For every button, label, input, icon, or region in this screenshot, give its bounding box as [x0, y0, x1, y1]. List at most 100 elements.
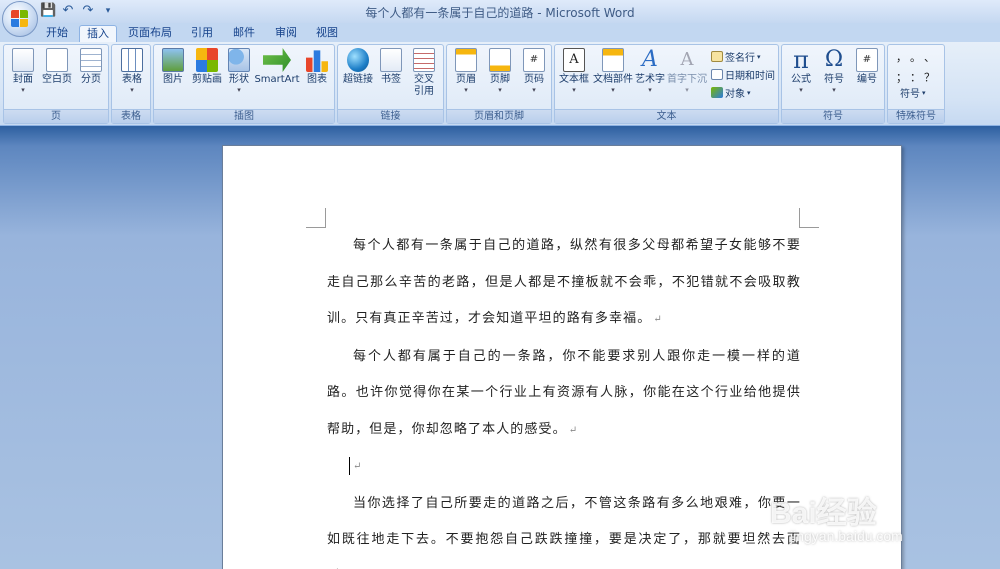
drop-cap-icon: A	[680, 49, 694, 70]
special-symbol-menu-button[interactable]: 符号 ▾	[900, 85, 926, 101]
table-button[interactable]: 表格 ▾	[116, 48, 148, 94]
group-illustrations: 图片 剪贴画 形状 ▾ SmartArt 图表 插图	[153, 44, 335, 124]
smartart-button[interactable]: SmartArt	[254, 48, 300, 86]
tab-references[interactable]: 引用	[184, 25, 220, 42]
hyperlink-icon	[347, 48, 369, 72]
bookmark-button[interactable]: 书签	[377, 48, 405, 86]
clip-art-icon	[196, 48, 218, 72]
group-symbols: π 公式 ▾ Ω 符号 ▾ # 编号 符号	[781, 44, 885, 124]
cross-reference-button[interactable]: 交叉 引用	[407, 48, 441, 98]
group-header-footer: 页眉 ▾ 页脚 ▾ # 页码 ▾ 页眉和页脚	[446, 44, 552, 124]
text-cursor	[349, 457, 350, 475]
equation-button[interactable]: π 公式 ▾	[784, 48, 818, 94]
tab-view[interactable]: 视图	[309, 25, 345, 42]
wordart-button[interactable]: A 艺术字 ▾	[634, 47, 666, 95]
tab-home[interactable]: 开始	[40, 25, 74, 42]
ribbon: 封面 ▾ 空白页 分页 页 表格 ▾ 表格 图片 剪贴画 形状 ▾ SmartA…	[0, 42, 1000, 126]
group-label-special-symbols: 特殊符号	[888, 109, 944, 123]
numbering-icon: #	[856, 48, 878, 72]
paragraph[interactable]: 每个人都有一条属于自己的道路，纵然有很多父母都希望子女能够不要走自己那么辛苦的老…	[327, 228, 801, 339]
document-body[interactable]: 每个人都有一条属于自己的道路，纵然有很多父母都希望子女能够不要走自己那么辛苦的老…	[327, 228, 801, 569]
group-links: 超链接 书签 交叉 引用 链接	[337, 44, 444, 124]
symbol-button[interactable]: Ω 符号 ▾	[818, 47, 850, 95]
smartart-icon	[263, 48, 291, 72]
group-label-header-footer: 页眉和页脚	[447, 109, 551, 123]
tab-page-layout[interactable]: 页面布局	[125, 25, 175, 42]
footer-icon	[489, 48, 511, 72]
special-char-question[interactable]: ？	[924, 69, 938, 85]
bookmark-icon	[380, 48, 402, 72]
header-icon	[455, 48, 477, 72]
object-button[interactable]: 对象 ▾	[711, 85, 751, 100]
calendar-icon	[711, 69, 723, 80]
paragraph[interactable]: 每个人都有属于自己的一条路，你不能要求别人跟你走一模一样的道路。也许你觉得你在某…	[327, 339, 801, 450]
header-button[interactable]: 页眉 ▾	[451, 48, 481, 94]
group-label-tables: 表格	[112, 109, 150, 123]
tab-mailings[interactable]: 邮件	[226, 25, 262, 42]
page-break-icon	[80, 48, 102, 72]
drop-cap-button[interactable]: A 首字下沉 ▾	[667, 48, 707, 94]
blank-page-icon	[46, 48, 68, 72]
object-icon	[711, 87, 723, 98]
page-number-button[interactable]: # 页码 ▾	[519, 48, 549, 94]
footer-button[interactable]: 页脚 ▾	[485, 48, 515, 94]
document-page[interactable]: 每个人都有一条属于自己的道路，纵然有很多父母都希望子女能够不要走自己那么辛苦的老…	[222, 145, 902, 569]
margin-corner-top-right	[799, 208, 819, 228]
group-label-pages: 页	[4, 109, 108, 123]
omega-icon: Ω	[824, 47, 844, 72]
hyperlink-button[interactable]: 超链接	[341, 48, 375, 86]
quick-parts-icon	[602, 48, 624, 72]
group-label-illustrations: 插图	[154, 109, 334, 123]
group-pages: 封面 ▾ 空白页 分页 页	[3, 44, 109, 124]
cover-page-button[interactable]: 封面 ▾	[8, 48, 38, 94]
special-char-colon[interactable]: ：	[910, 69, 924, 85]
text-box-icon: A	[563, 48, 585, 72]
title-bar: 💾 ↶ ↷ ▾ 每个人都有一条属于自己的道路 - Microsoft Word	[0, 0, 1000, 23]
clip-art-button[interactable]: 剪贴画	[190, 48, 224, 86]
signature-line-icon	[711, 51, 723, 62]
picture-icon	[162, 48, 184, 72]
office-logo-icon	[11, 10, 29, 28]
special-symbol-grid: ， 。 、 ； ： ？	[896, 49, 940, 85]
empty-paragraph[interactable]: ↵	[327, 449, 801, 486]
document-workspace: 每个人都有一条属于自己的道路，纵然有很多父母都希望子女能够不要走自己那么辛苦的老…	[0, 126, 1000, 569]
tab-insert[interactable]: 插入	[79, 25, 117, 42]
office-button[interactable]	[2, 1, 38, 37]
tab-review[interactable]: 审阅	[268, 25, 304, 42]
date-time-button[interactable]: 日期和时间	[711, 67, 775, 82]
margin-corner-top-left	[306, 208, 326, 228]
special-char-comma[interactable]: ，	[896, 49, 910, 65]
special-char-period[interactable]: 。	[910, 49, 924, 65]
group-tables: 表格 ▾ 表格	[111, 44, 151, 124]
special-char-semicolon[interactable]: ；	[896, 69, 910, 85]
signature-line-button[interactable]: 签名行 ▾	[711, 49, 761, 64]
cross-reference-icon	[413, 48, 435, 72]
shapes-button[interactable]: 形状 ▾	[226, 48, 252, 94]
paragraph-mark: ↵	[653, 314, 662, 325]
group-label-text: 文本	[555, 109, 778, 123]
table-icon	[121, 48, 143, 72]
group-label-links: 链接	[338, 109, 443, 123]
shapes-icon	[228, 48, 250, 72]
blank-page-button[interactable]: 空白页	[40, 48, 74, 86]
picture-button[interactable]: 图片	[158, 48, 188, 86]
group-label-symbols: 符号	[782, 109, 884, 123]
cover-page-icon	[12, 48, 34, 72]
page-number-icon: #	[523, 48, 545, 72]
wordart-icon: A	[642, 47, 658, 72]
paragraph-mark: ↵	[568, 424, 578, 436]
ribbon-tabs: 开始 插入 页面布局 引用 邮件 审阅 视图	[0, 23, 1000, 42]
pi-icon: π	[793, 46, 809, 74]
group-text: A 文本框 ▾ 文档部件 ▾ A 艺术字 ▾ A 首字下沉 ▾ 签名行 ▾ 日期…	[554, 44, 779, 124]
chart-button[interactable]: 图表	[302, 48, 332, 86]
chart-icon	[306, 50, 328, 72]
quick-parts-button[interactable]: 文档部件 ▾	[593, 48, 633, 94]
numbering-button[interactable]: # 编号	[852, 48, 882, 86]
group-special-symbols: ， 。 、 ； ： ？ 符号 ▾ 特殊符号	[887, 44, 945, 124]
special-char-enum-comma[interactable]: 、	[924, 49, 938, 65]
page-break-button[interactable]: 分页	[76, 48, 106, 86]
paragraph[interactable]: 当你选择了自己所要走的道路之后，不管这条路有多么地艰难，你要一如既往地走下去。不…	[327, 486, 801, 569]
text-box-button[interactable]: A 文本框 ▾	[557, 48, 591, 94]
paragraph-mark: ↵	[353, 461, 363, 472]
window-title: 每个人都有一条属于自己的道路 - Microsoft Word	[365, 6, 635, 20]
